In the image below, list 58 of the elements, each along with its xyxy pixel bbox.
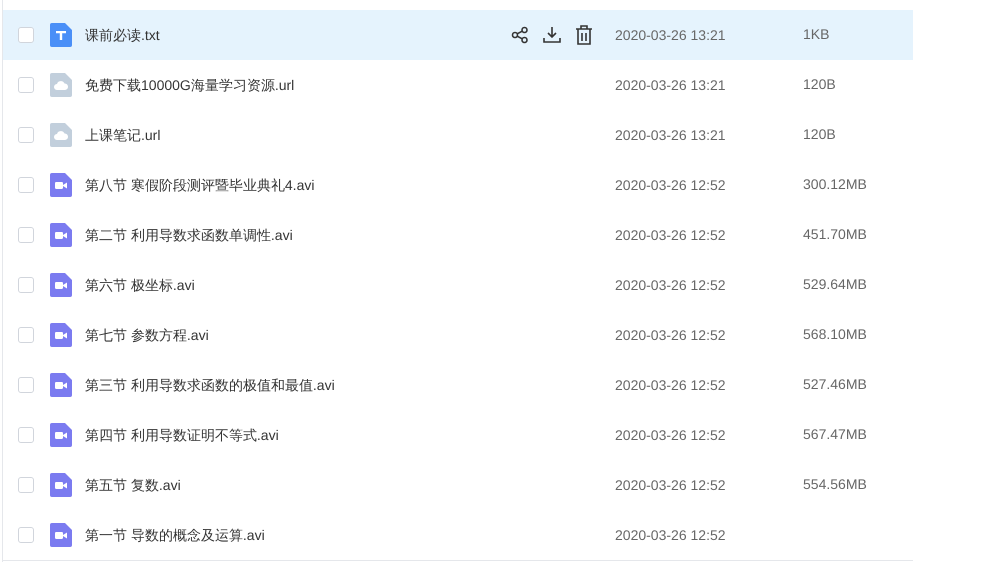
file-date: 2020-03-26 12:52 [615, 276, 727, 294]
download-icon[interactable] [543, 26, 561, 44]
checkbox[interactable] [18, 77, 34, 93]
file-date: 2020-03-26 12:52 [615, 326, 727, 344]
file-date: 2020-03-26 12:52 [615, 376, 727, 394]
text-file-icon [50, 23, 72, 47]
cloud-file-icon [50, 123, 72, 147]
file-size: 529.64MB [803, 276, 867, 292]
checkbox[interactable] [18, 127, 34, 143]
share-icon[interactable] [511, 26, 529, 44]
checkbox[interactable] [18, 227, 34, 243]
checkbox[interactable] [18, 427, 34, 443]
file-size: 1KB [803, 26, 830, 42]
video-file-icon [50, 173, 72, 197]
file-date: 2020-03-26 12:52 [615, 426, 727, 444]
file-name[interactable]: 第一节 导数的概念及运算.avi [85, 524, 615, 546]
file-size: 120B [803, 126, 836, 142]
file-name[interactable]: 上课笔记.url [85, 124, 615, 146]
file-row[interactable]: 课前必读.txt 2020-03-26 13:21 1KB [3, 10, 913, 60]
file-name[interactable]: 第四节 利用导数证明不等式.avi [85, 424, 615, 446]
file-size: 568.10MB [803, 326, 867, 342]
file-date: 2020-03-26 12:52 [615, 176, 727, 194]
checkbox[interactable] [18, 377, 34, 393]
file-size: 120B [803, 76, 836, 92]
checkbox[interactable] [18, 477, 34, 493]
file-size: 567.47MB [803, 426, 867, 442]
checkbox[interactable] [18, 277, 34, 293]
checkbox[interactable] [18, 527, 34, 543]
checkbox[interactable] [18, 27, 34, 43]
cloud-file-icon [50, 73, 72, 97]
file-name[interactable]: 免费下载10000G海量学习资源.url [85, 74, 615, 96]
file-date: 2020-03-26 13:21 [615, 26, 727, 44]
file-date: 2020-03-26 12:52 [615, 526, 727, 544]
video-file-icon [50, 423, 72, 447]
checkbox[interactable] [18, 327, 34, 343]
file-size: 527.46MB [803, 376, 867, 392]
checkbox[interactable] [18, 177, 34, 193]
file-size: 554.56MB [803, 476, 867, 492]
file-date: 2020-03-26 13:21 [615, 76, 727, 94]
file-date: 2020-03-26 12:52 [615, 226, 727, 244]
file-date: 2020-03-26 13:21 [615, 126, 727, 144]
file-date: 2020-03-26 12:52 [615, 476, 727, 494]
delete-icon[interactable] [575, 25, 593, 45]
file-name[interactable]: 课前必读.txt [85, 24, 511, 46]
file-name[interactable]: 第六节 极坐标.avi [85, 274, 615, 296]
file-name[interactable]: 第二节 利用导数求函数单调性.avi [85, 224, 615, 246]
file-name[interactable]: 第七节 参数方程.avi [85, 324, 615, 346]
file-size: 300.12MB [803, 176, 867, 192]
video-file-icon [50, 373, 72, 397]
file-name[interactable]: 第三节 利用导数求函数的极值和最值.avi [85, 374, 615, 396]
video-file-icon [50, 323, 72, 347]
video-file-icon [50, 523, 72, 547]
file-name[interactable]: 第五节 复数.avi [85, 474, 615, 496]
file-name[interactable]: 第八节 寒假阶段测评暨毕业典礼4.avi [85, 174, 615, 196]
file-size: 451.70MB [803, 226, 867, 242]
video-file-icon [50, 473, 72, 497]
video-file-icon [50, 273, 72, 297]
video-file-icon [50, 223, 72, 247]
